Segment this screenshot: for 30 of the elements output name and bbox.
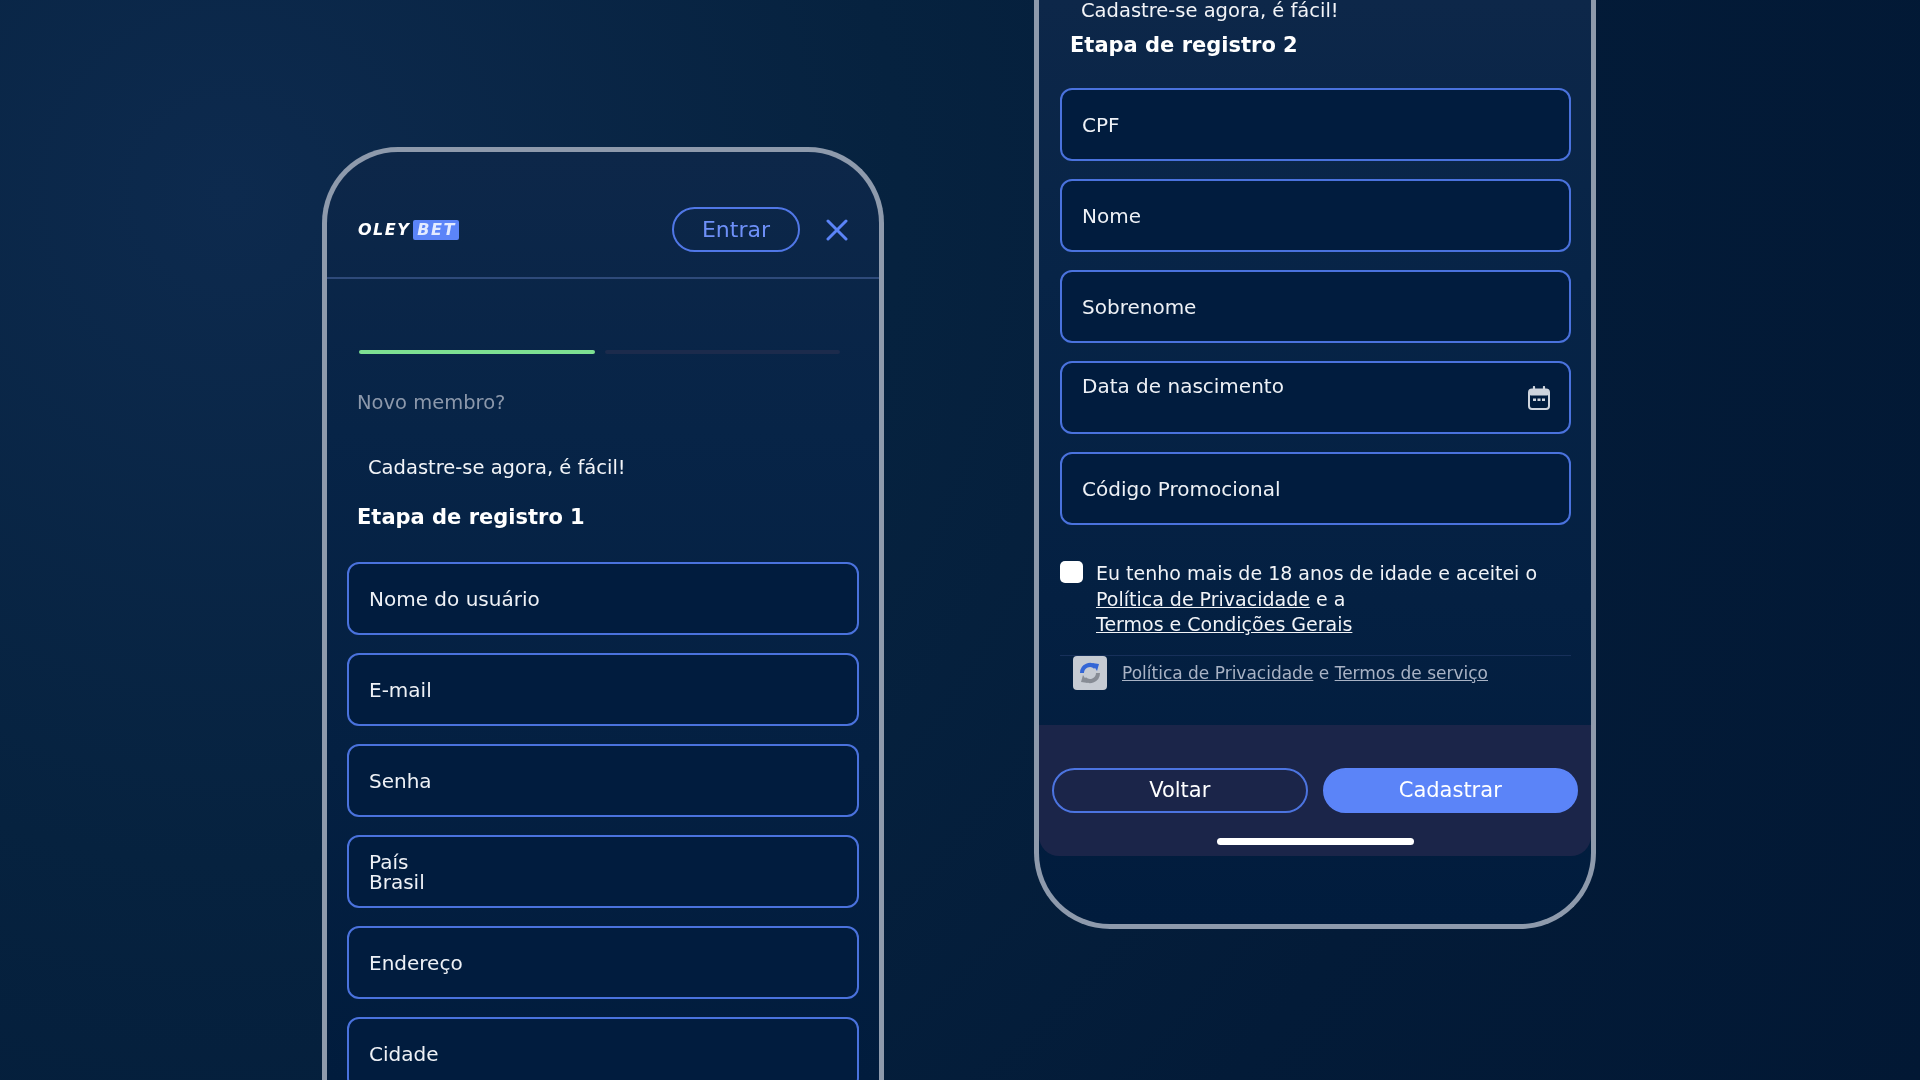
step-title: Etapa de registro 2 — [1070, 32, 1299, 58]
input-field[interactable]: E-mail — [347, 653, 859, 726]
input-field[interactable]: Código Promocional — [1060, 452, 1571, 525]
link[interactable]: Política de Privacidade — [1096, 587, 1310, 610]
checkbox[interactable] — [1060, 561, 1083, 583]
input-field[interactable]: Endereço — [347, 926, 859, 999]
calendar-icon — [1528, 386, 1550, 410]
input-field[interactable]: Nome — [1060, 179, 1571, 252]
link[interactable]: Política de Privacidade — [1122, 662, 1314, 683]
close-icon — [826, 218, 848, 241]
circular-arrows-icon — [1073, 655, 1107, 690]
close-button[interactable] — [826, 218, 848, 241]
input-field[interactable]: Senha — [347, 744, 859, 817]
input-field[interactable]: Sobrenome — [1060, 270, 1571, 343]
recaptcha-notice: Política de Privacidade e Termos de serviço — [1122, 662, 1488, 683]
input-field[interactable]: Cidade — [347, 1017, 859, 1080]
select-field[interactable]: País Brasil — [347, 835, 859, 908]
back-button[interactable]: Voltar — [1052, 767, 1308, 813]
link[interactable]: Termos de serviço — [1334, 662, 1488, 683]
date-field[interactable]: Data de nascimento — [1060, 361, 1571, 434]
tagline-text: Cadastre-se agora, é fácil! — [368, 457, 627, 479]
consent-text: Eu tenho mais de 18 anos de idade e aceitei o Política de Privacidade e a Termos e Condições Gerais — [1096, 561, 1539, 637]
link[interactable]: Termos e Condições Gerais — [1096, 613, 1353, 635]
brand-logo: OLEY BET — [358, 219, 459, 240]
step-title: Etapa de registro 1 — [357, 504, 586, 530]
input-field[interactable]: CPF — [1060, 88, 1571, 161]
input-field[interactable]: Nome do usuário — [347, 562, 859, 635]
login-button[interactable]: Entrar — [672, 207, 800, 252]
question-text: Novo membro? — [357, 391, 507, 415]
tagline-text: Cadastre-se agora, é fácil! — [1081, 0, 1340, 22]
